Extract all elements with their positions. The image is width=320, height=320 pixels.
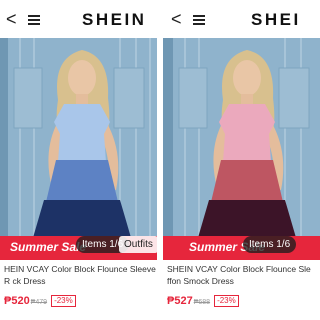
summer-sale-banner[interactable]: Summer Sale — [163, 236, 320, 260]
dress-middle-tier — [211, 160, 283, 202]
price: ₱527 — [167, 295, 193, 307]
discount-badge: -23% — [214, 295, 239, 307]
items-counter: Items 1/6 — [243, 236, 297, 253]
product-panel-right[interactable]: < SHEI Summer Sale Items 1/6 SHEIN VCAY … — [163, 0, 320, 320]
back-icon[interactable]: < — [6, 10, 17, 28]
menu-icon[interactable] — [193, 15, 205, 25]
dress-top-tier — [219, 104, 275, 162]
sale-label: Summer Sale — [10, 240, 87, 254]
product-photo-left — [0, 38, 157, 260]
price-row: ₱520₱479 -23% — [0, 291, 157, 307]
discount-badge: -23% — [51, 295, 76, 307]
outfits-button[interactable]: Outfits — [119, 236, 157, 253]
brand-logo[interactable]: SHEIN — [82, 10, 146, 30]
price: ₱520 — [4, 295, 30, 307]
brand-logo[interactable]: SHEI — [251, 10, 301, 30]
original-price: ₱479 — [30, 299, 48, 306]
dress-top-tier — [54, 104, 110, 162]
menu-icon[interactable] — [28, 15, 40, 25]
product-image[interactable] — [163, 38, 320, 260]
product-panel-left[interactable]: < SHEIN Summer Sale Items 1/6 Outfits HE… — [0, 0, 157, 320]
product-title[interactable]: SHEIN VCAY Color Block Flounce Sle ffon … — [167, 264, 320, 287]
back-icon[interactable]: < — [171, 10, 182, 28]
header: < SHEI — [163, 0, 320, 38]
dress-middle-tier — [46, 160, 118, 202]
product-image[interactable] — [0, 38, 157, 260]
product-photo-right — [163, 38, 320, 260]
product-title[interactable]: HEIN VCAY Color Block Flounce Sleeve R c… — [4, 264, 157, 287]
header: < SHEIN — [0, 0, 157, 38]
price-row: ₱527₱688 -23% — [163, 291, 320, 307]
original-price: ₱688 — [193, 299, 211, 306]
